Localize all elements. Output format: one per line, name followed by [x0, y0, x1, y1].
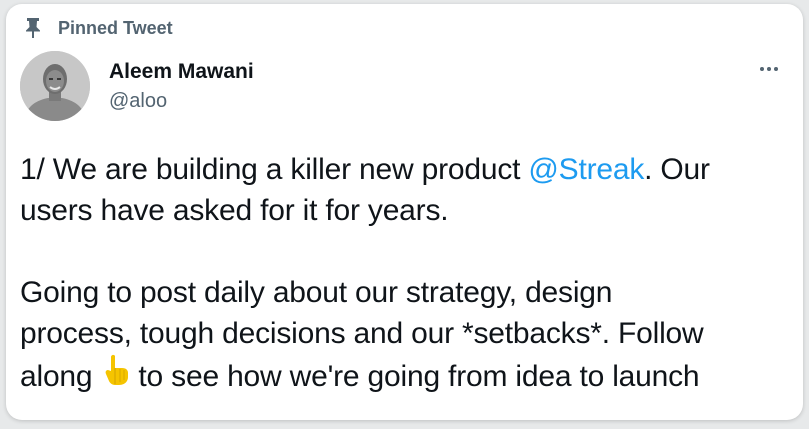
tweet-text-segment: . Our	[644, 153, 710, 186]
pinned-tweet-text: Pinned Tweet	[58, 17, 173, 38]
author-handle[interactable]: @aloo	[109, 90, 167, 113]
avatar[interactable]	[20, 51, 90, 121]
tweet-line: along 👇to see how we're going from idea t…	[20, 354, 790, 397]
tweet-line: process, tough decisions and our *setbac…	[20, 317, 704, 350]
author-name[interactable]: Aleem Mawani	[109, 60, 254, 84]
tweet-text-segment: along	[20, 360, 93, 393]
more-options-icon[interactable]	[753, 57, 785, 81]
tweet-text-segment: 1/ We are building a killer new product	[20, 153, 529, 186]
dot-icon	[767, 67, 771, 71]
pointing-down-emoji-icon: 👇	[102, 354, 132, 394]
tweet-line: 1/ We are building a killer new product …	[20, 149, 790, 190]
tweet-line: users have asked for it for years.	[20, 194, 449, 227]
tweet-body: 1/ We are building a killer new product …	[20, 149, 790, 397]
dot-icon	[774, 67, 778, 71]
tweet-line: Going to post daily about our strategy, …	[20, 276, 613, 309]
tweet-text-segment: to see how we're going from idea to laun…	[138, 360, 700, 393]
dot-icon	[760, 67, 764, 71]
pinned-label-row: Pinned Tweet	[24, 16, 173, 40]
pin-icon	[24, 18, 42, 38]
pinned-tweet-card[interactable]: Pinned Tweet Aleem Mawani @aloo 1/ We ar…	[6, 4, 803, 420]
mention-link[interactable]: @Streak	[528, 153, 644, 186]
